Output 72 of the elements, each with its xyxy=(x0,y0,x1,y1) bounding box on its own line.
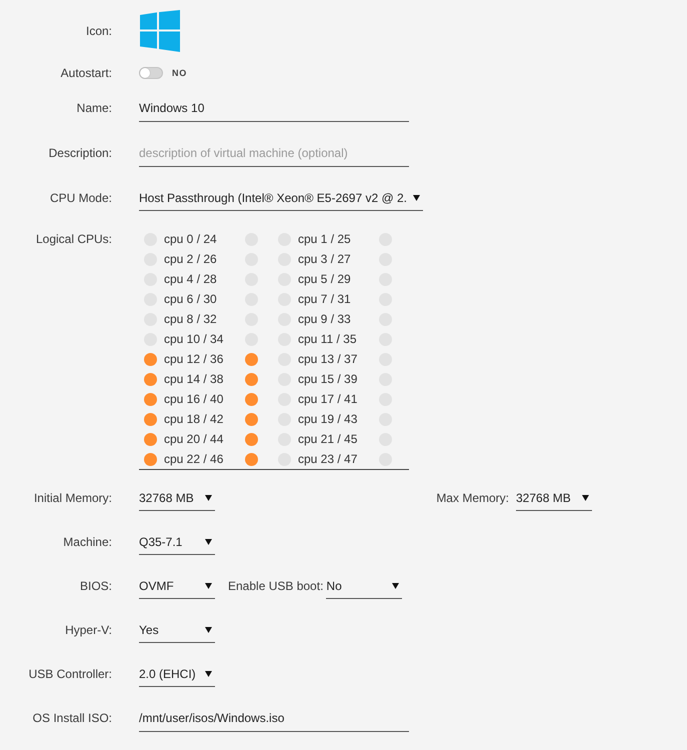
caret-icon xyxy=(582,494,589,500)
caret-icon xyxy=(413,194,420,200)
field-label: Logical CPUs: xyxy=(36,232,112,247)
caret-icon xyxy=(205,494,212,500)
caret-icon xyxy=(392,582,400,588)
text-field[interactable]: Windows 10 xyxy=(139,95,409,122)
dropdown[interactable]: Q35-7.1 xyxy=(139,529,215,555)
cpu-label: cpu 15 / 39 xyxy=(298,372,358,386)
cpu-label: cpu 3 / 27 xyxy=(298,252,351,266)
cpu-checkbox[interactable] xyxy=(245,392,258,406)
cpu-label: cpu 11 / 35 xyxy=(298,332,356,346)
cpu-label: cpu 18 / 42 xyxy=(164,412,224,426)
field-label: Icon: xyxy=(86,24,112,38)
cpu-checkbox[interactable] xyxy=(245,452,258,466)
cpu-checkbox[interactable] xyxy=(245,352,258,366)
cpu-label: cpu 20 / 44 xyxy=(164,432,224,446)
caret-icon xyxy=(205,670,212,676)
cpu-label: cpu 16 / 40 xyxy=(164,392,224,406)
cpu-checkbox[interactable] xyxy=(245,372,258,386)
cpu-label: cpu 1 / 25 xyxy=(298,232,351,246)
toggle-switch[interactable] xyxy=(139,67,163,79)
field-label: Hyper-V: xyxy=(65,622,112,638)
cpu-label: cpu 17 / 41 xyxy=(298,392,358,406)
cpu-label: cpu 12 / 36 xyxy=(164,352,224,366)
field-label: OS Install ISO: xyxy=(32,711,112,726)
cpu-label: cpu 5 / 29 xyxy=(298,272,351,286)
cpu-checkbox[interactable] xyxy=(144,432,157,446)
field-label: Machine: xyxy=(63,534,112,550)
text-field[interactable]: description of virtual machine (optional) xyxy=(139,140,409,167)
cpu-label: cpu 13 / 37 xyxy=(298,352,358,366)
field-label: BIOS: xyxy=(80,578,112,594)
cpu-label: cpu 8 / 32 xyxy=(164,312,217,326)
field-label: Name: xyxy=(76,101,112,116)
cpu-checkbox[interactable] xyxy=(144,372,157,386)
field-label: Enable USB boot: xyxy=(228,578,324,594)
cpu-label: cpu 14 / 38 xyxy=(164,372,224,386)
cpu-label: cpu 6 / 30 xyxy=(164,292,217,306)
field-label: USB Controller: xyxy=(28,666,112,682)
caret-icon xyxy=(205,582,212,588)
dropdown[interactable]: OVMF xyxy=(139,573,215,599)
dropdown[interactable]: 32768 MB xyxy=(516,485,592,511)
dropdown[interactable]: No xyxy=(326,573,402,599)
cpu-checkbox[interactable] xyxy=(144,352,157,366)
field-label: Autostart: xyxy=(60,66,112,80)
field-label: Max Memory: xyxy=(436,490,509,506)
cpu-label: cpu 23 / 47 xyxy=(298,452,358,466)
toggle-state-text: NO xyxy=(172,68,188,78)
dropdown[interactable]: 2.0 (EHCI) xyxy=(139,661,215,687)
caret-icon xyxy=(205,538,212,544)
cpu-checkbox[interactable] xyxy=(144,412,157,426)
cpu-label: cpu 21 / 45 xyxy=(298,432,358,446)
cpu-label: cpu 7 / 31 xyxy=(298,292,351,306)
text-field[interactable]: /mnt/user/isos/Windows.iso xyxy=(139,705,409,732)
cpu-label: cpu 19 / 43 xyxy=(298,412,358,426)
field-label: CPU Mode: xyxy=(50,190,112,206)
window-logo-icon xyxy=(140,10,180,52)
field-label: Initial Memory: xyxy=(34,490,112,506)
cpu-label: cpu 4 / 28 xyxy=(164,272,217,286)
caret-icon xyxy=(205,626,212,632)
cpu-label: cpu 0 / 24 xyxy=(164,232,217,246)
cpu-checkbox[interactable] xyxy=(245,412,258,426)
cpu-label: cpu 22 / 46 xyxy=(164,452,224,466)
dropdown[interactable]: Host Passthrough (Intel® Xeon® E5-2697 v2 @ 2. xyxy=(139,185,424,211)
cpu-checkbox[interactable] xyxy=(144,452,157,466)
cpu-label: cpu 10 / 34 xyxy=(164,332,224,346)
dropdown[interactable]: 32768 MB xyxy=(139,485,215,511)
cpu-label: cpu 9 / 33 xyxy=(298,312,351,326)
cpu-checkbox[interactable] xyxy=(144,392,157,406)
cpu-label: cpu 2 / 26 xyxy=(164,252,217,266)
field-label: Description: xyxy=(48,146,112,161)
cpu-checkbox[interactable] xyxy=(245,432,258,446)
dropdown[interactable]: Yes xyxy=(139,617,215,643)
